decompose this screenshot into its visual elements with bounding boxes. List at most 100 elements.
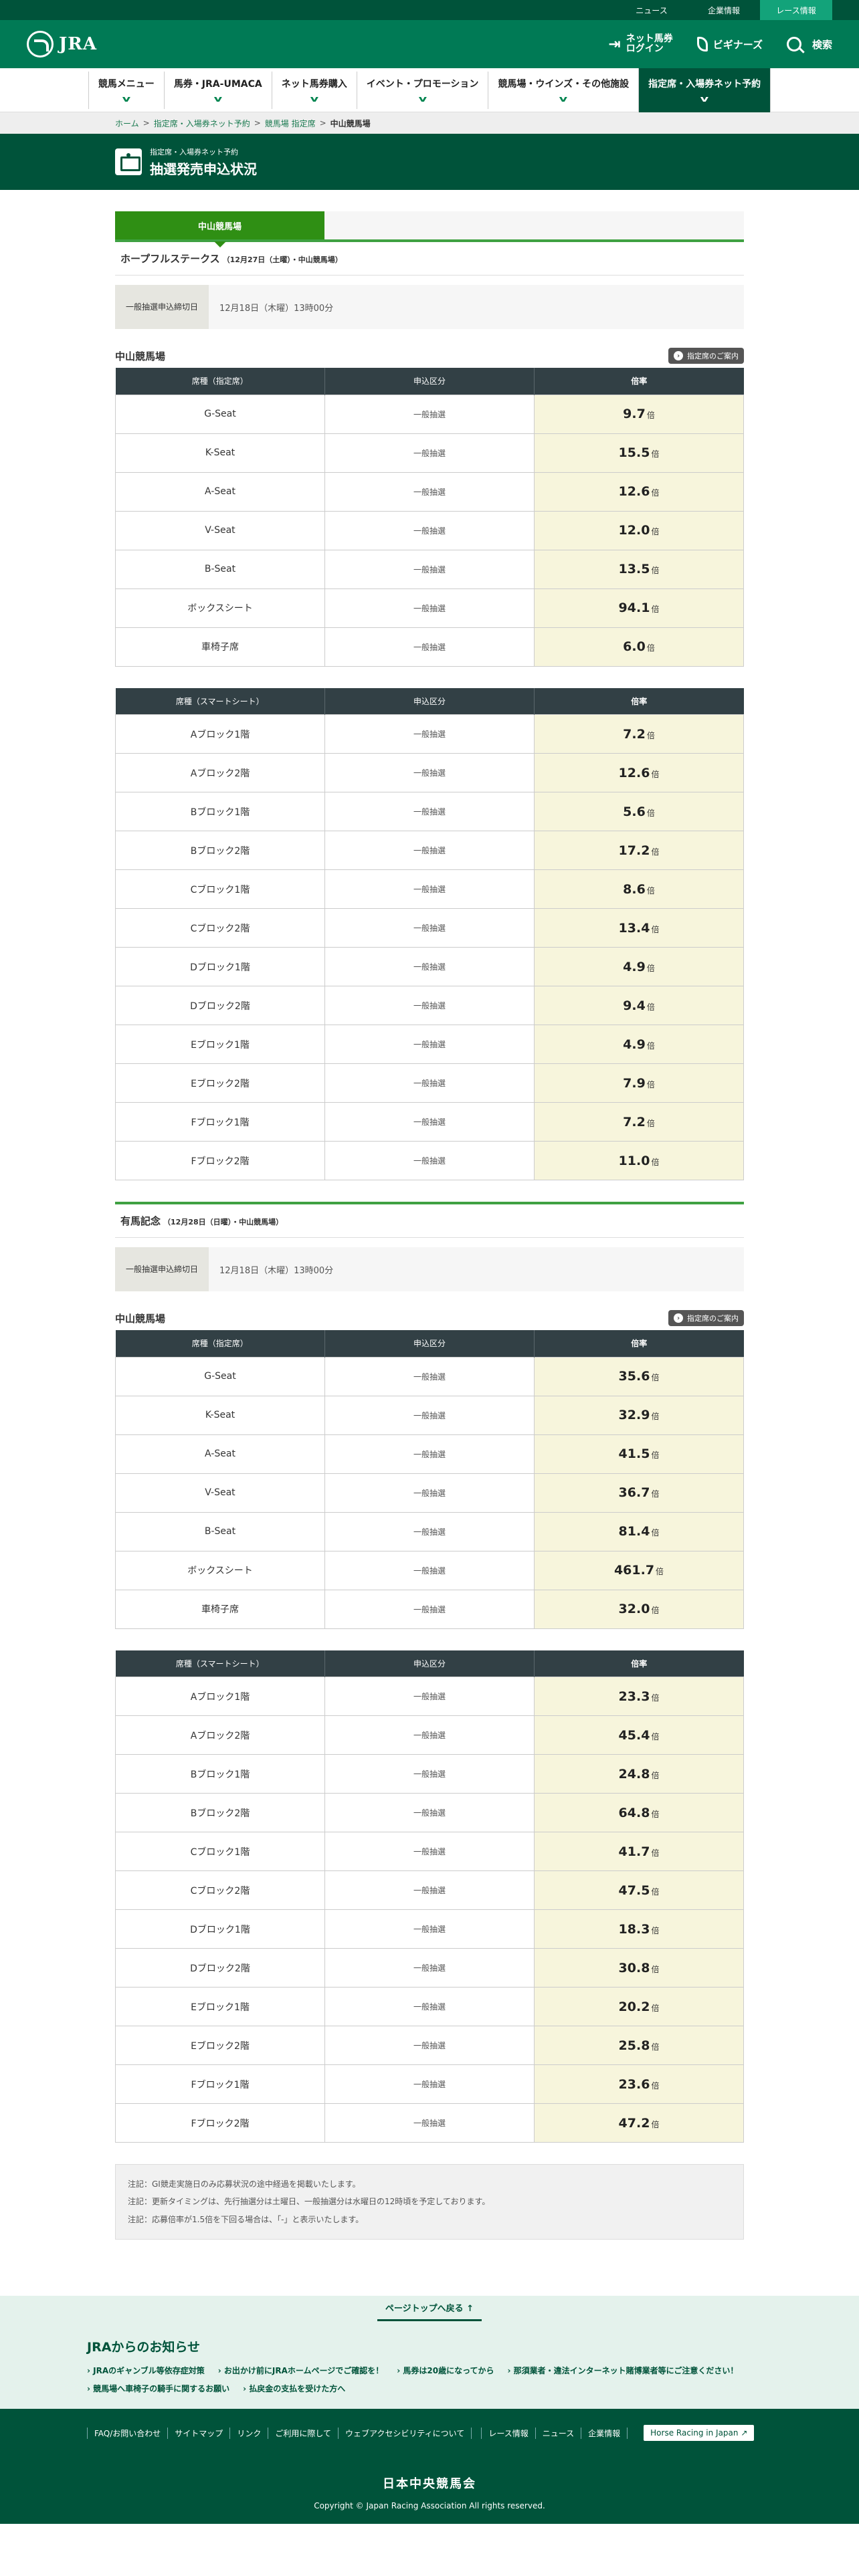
entry-kind: 一般抽選 [324,588,535,628]
entry-kind: 一般抽選 [324,1909,535,1949]
footer-link-race-info[interactable]: レース情報 [482,2427,536,2439]
rate-cell: 7.2 倍 [534,1102,744,1142]
rate-unit: 倍 [646,1002,655,1012]
rate-value: 17.2 [618,843,650,858]
rate-cell: 32.0 倍 [534,1589,744,1629]
seat-guide-button[interactable]: › 指定席のご案内 [668,1310,744,1326]
gnav-net-betting[interactable]: ネット馬券購入 v [271,71,357,109]
rate-cell: 4.9 倍 [534,1025,744,1064]
rate-unit: 倍 [651,1693,660,1703]
table-row: Dブロック1階 一般抽選 18.3 倍 [115,1909,744,1949]
rate-value: 32.0 [618,1602,650,1616]
rate-value: 45.4 [618,1727,650,1743]
info-link[interactable]: JRAのギャンブル等依存症対策 [87,2365,205,2376]
entry-kind: 一般抽選 [324,1434,535,1474]
jra-logo[interactable]: JRA [27,31,97,58]
info-link[interactable]: 競馬場へ車椅子の騎手に関するお願い [87,2383,229,2394]
footer-link-accessibility[interactable]: ウェブアクセシビリティについて [339,2427,472,2439]
gnav-facilities[interactable]: 競馬場・ウインズ・その他施設 v [488,71,638,109]
deadline-label-1: 一般抽選 [125,1265,158,1274]
venue-name: 中山競馬場 [115,1312,166,1325]
breadcrumb: ホーム > 指定席・入場券ネット予約 > 競馬場 指定席 > 中山競馬場 [0,112,859,134]
note-line: 注記：更新タイミングは、先行抽選分は土曜日、一般抽選分は水曜日の12時頃を予定し… [128,2197,490,2207]
gnav-label: 競馬メニュー [98,78,155,90]
page-top-button[interactable]: ページトップへ戻る ↑ [377,2296,482,2322]
rate-cell: 47.5 倍 [534,1870,744,1910]
rate-cell: 12.0 倍 [534,510,744,550]
gnav-reserved-seats[interactable]: 指定席・入場券ネット予約 v [638,68,771,112]
footer-link-links[interactable]: リンク [230,2427,269,2439]
rate-cell: 461.7 倍 [534,1550,744,1590]
rate-value: 9.4 [623,998,646,1013]
table-row: A-Seat 一般抽選 12.6 倍 [115,471,744,512]
topbar-news-link[interactable]: ニュース [615,0,688,20]
seat-name: K-Seat [115,433,325,473]
search-button[interactable]: 検索 [786,37,832,51]
info-link[interactable]: 那須業者・違法インターネット賭博業者等にご注意ください！ [508,2365,739,2376]
table-row: Cブロック1階 一般抽選 41.7 倍 [115,1832,744,1871]
entry-kind: 一般抽選 [324,1987,535,2026]
rate-cell: 23.6 倍 [534,2064,744,2104]
breadcrumb-home[interactable]: ホーム [115,118,139,129]
rate-value: 81.4 [618,1524,650,1539]
entry-kind: 一般抽選 [324,792,535,831]
table-row: 車椅子席 一般抽選 6.0 倍 [115,627,744,667]
seat-guide-label: 指定席のご案内 [687,352,739,360]
seat-name: Cブロック1階 [115,1832,325,1871]
footer-link-faq[interactable]: FAQ/お問い合わせ [88,2427,169,2439]
footer-org-name: 日本中央競馬会 [383,2477,476,2492]
rate-value: 20.2 [618,1999,650,2014]
login-arrow-icon: ⇥ [608,35,621,53]
seat-guide-button[interactable]: › 指定席のご案内 [668,348,744,364]
topbar-corporate-link[interactable]: 企業情報 [688,0,760,20]
info-link[interactable]: 払戻金の支払を受けた方へ [243,2383,345,2394]
entry-kind: 一般抽選 [324,1870,535,1910]
seat-name: Eブロック2階 [115,1063,325,1103]
rate-unit: 倍 [646,1079,655,1089]
footer-link-sitemap[interactable]: サイトマップ [168,2427,231,2439]
entry-kind: 一般抽選 [324,831,535,870]
gnav-keiba-menu[interactable]: 競馬メニュー v [88,71,164,109]
rate-unit: 倍 [651,1731,660,1741]
utility-bar: ニュース 企業情報 レース情報 [0,0,859,20]
seat-name: Cブロック2階 [115,1870,325,1910]
breadcrumb-reserved-seats[interactable]: 競馬場 指定席 [265,118,316,129]
footer-link-news[interactable]: ニュース [536,2427,582,2439]
net-betting-login-button[interactable]: ⇥ ネット馬券 ログイン [608,34,672,53]
note-line: 注記：GI競走実施日のみ応募状況の途中経過を掲載いたします。 [128,2179,361,2189]
footer-link-corporate[interactable]: 企業情報 [581,2427,628,2439]
rate-value: 7.2 [623,1114,646,1130]
entry-kind: 一般抽選 [324,869,535,909]
seat-name: Eブロック1階 [115,1025,325,1064]
deadline-label-2: 申込締切日 [158,302,199,312]
rate-unit: 倍 [651,1489,660,1499]
rate-unit: 倍 [651,1925,660,1935]
table-row: Bブロック2階 一般抽選 17.2 倍 [115,831,744,870]
arrow-up-icon: ↑ [466,2304,474,2315]
footer-link-terms[interactable]: ご利用に際して [268,2427,339,2439]
table-row: Fブロック1階 一般抽選 7.2 倍 [115,1102,744,1142]
tab-nakayama[interactable]: 中山競馬場 [115,211,324,247]
breadcrumb-net-reservation[interactable]: 指定席・入場券ネット予約 [154,118,250,129]
beginners-button[interactable]: ビギナーズ [696,37,763,51]
rate-cell: 17.2 倍 [534,831,744,870]
smart-seat-table: 席種（スマートシート） 申込区分 倍率 Aブロック1階 一般抽選 7.2 倍 Aブロック2階一… [115,687,744,1180]
seat-name: Fブロック2階 [115,2103,325,2143]
entry-kind: 一般抽選 [324,1063,535,1103]
gnav-baken[interactable]: 馬券・JRA-UMACA v [163,71,272,109]
gnav-events[interactable]: イベント・プロモーション v [356,71,488,109]
topbar-race-info-link[interactable]: レース情報 [760,0,832,20]
col-header-rate: 倍率 [534,1650,744,1677]
info-link[interactable]: お出かけ前にJRAホームページでご確認を！ [218,2365,383,2376]
english-site-button[interactable]: Horse Racing in Japan ↗ [644,2425,755,2442]
col-header-rate: 倍率 [534,368,744,395]
rate-unit: 倍 [646,730,655,740]
rate-unit: 倍 [651,488,660,498]
rate-value: 13.4 [618,920,650,936]
info-link[interactable]: 馬券は20歳になってから [397,2365,494,2376]
table-row: Fブロック2階 一般抽選 11.0 倍 [115,1141,744,1180]
rate-unit: 倍 [651,2080,660,2090]
table-row: Dブロック1階 一般抽選 4.9 倍 [115,947,744,986]
rate-cell: 41.5 倍 [534,1434,744,1474]
table-row: ボックスシート 一般抽選 94.1 倍 [115,588,744,628]
